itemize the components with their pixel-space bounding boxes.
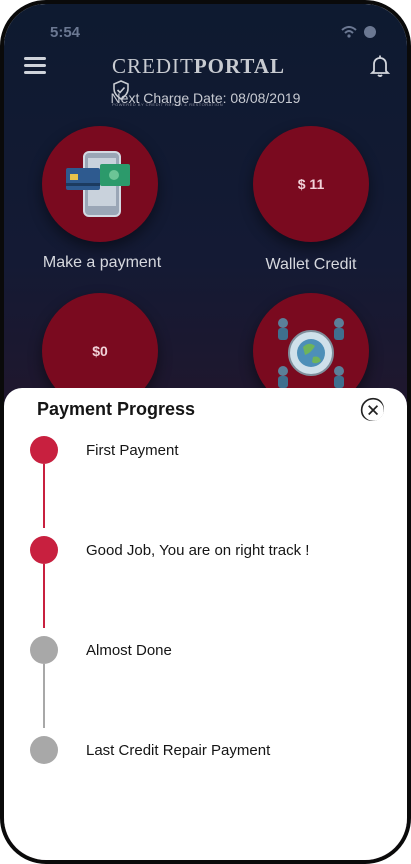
make-payment-label[interactable]: Make a payment bbox=[22, 254, 182, 272]
progress-connector bbox=[43, 464, 45, 528]
step-label: Good Job, You are on right track ! bbox=[86, 542, 310, 559]
app-logo: CREDITPORTAL POWERED BY CREDIT REPAIR & … bbox=[112, 54, 306, 107]
wallet-credit-value: $ 11 bbox=[297, 176, 325, 192]
wallet-credit-tile[interactable]: $ 11 bbox=[253, 126, 369, 242]
globe-people-icon bbox=[278, 318, 344, 388]
balance-value: $0 bbox=[92, 343, 108, 359]
wifi-icon bbox=[341, 26, 357, 38]
status-bar: 5:54 bbox=[44, 24, 377, 44]
dashboard-screen: 5:54 CREDITPORTAL POWERED BY CREDIT REPA… bbox=[4, 4, 407, 860]
status-icons bbox=[341, 25, 377, 39]
logo-text-main: CREDIT bbox=[112, 54, 194, 78]
step-indicator-pending bbox=[30, 636, 58, 664]
progress-connector bbox=[43, 564, 45, 628]
logo-text-bold: PORTAL bbox=[193, 54, 286, 78]
close-icon[interactable] bbox=[360, 397, 384, 421]
wallet-phone-icon bbox=[66, 151, 130, 217]
make-payment-tile[interactable] bbox=[42, 126, 158, 242]
status-time: 5:54 bbox=[50, 24, 81, 41]
phone-frame: 5:54 CREDITPORTAL POWERED BY CREDIT REPA… bbox=[0, 0, 411, 864]
step-label: Last Credit Repair Payment bbox=[86, 742, 271, 759]
step-indicator-complete bbox=[30, 436, 58, 464]
step-indicator-complete bbox=[30, 536, 58, 564]
battery-icon bbox=[364, 26, 376, 38]
wallet-credit-label[interactable]: Wallet Credit bbox=[236, 256, 386, 274]
menu-icon[interactable] bbox=[24, 57, 46, 75]
step-label: Almost Done bbox=[86, 642, 172, 659]
next-charge-date: Next Charge Date: 08/08/2019 bbox=[110, 90, 301, 106]
step-indicator-pending bbox=[30, 736, 58, 764]
step-label: First Payment bbox=[86, 442, 179, 459]
payment-progress-sheet: Payment Progress First Payment Good Job,… bbox=[4, 388, 407, 860]
sheet-title: Payment Progress bbox=[37, 399, 196, 419]
bell-icon[interactable] bbox=[369, 54, 391, 78]
progress-connector bbox=[43, 664, 45, 728]
